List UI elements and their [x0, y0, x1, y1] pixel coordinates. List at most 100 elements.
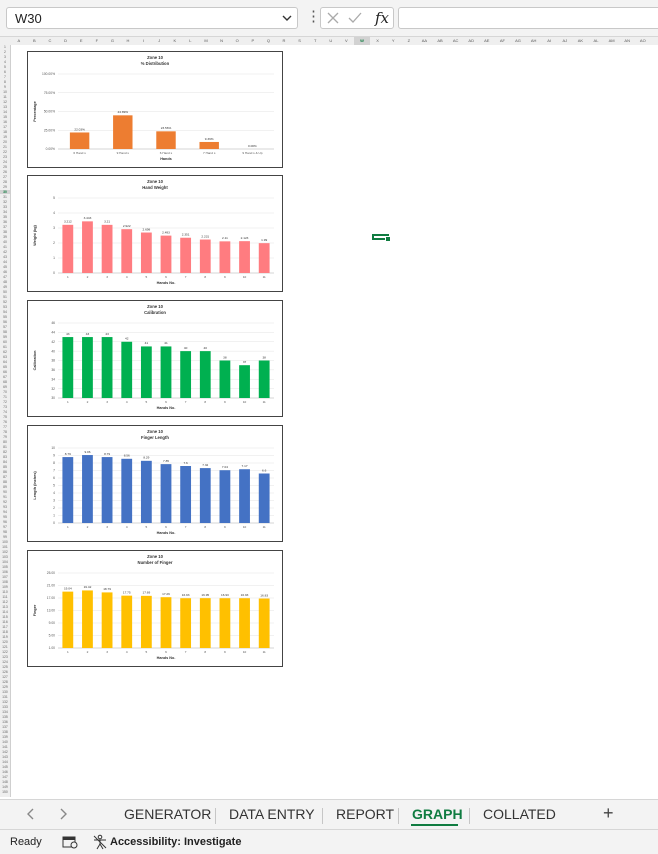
column-header[interactable]: AI: [541, 37, 557, 45]
row-header[interactable]: 138: [0, 730, 10, 734]
row-header[interactable]: 24: [0, 160, 10, 164]
row-header[interactable]: 127: [0, 675, 10, 679]
selected-cell[interactable]: [372, 234, 391, 242]
row-header[interactable]: 110: [0, 590, 10, 594]
row-header[interactable]: 40: [0, 240, 10, 244]
row-header[interactable]: 84: [0, 460, 10, 464]
row-header[interactable]: 144: [0, 760, 10, 764]
row-header[interactable]: 57: [0, 325, 10, 329]
column-header[interactable]: AF: [495, 37, 511, 45]
row-header[interactable]: 51: [0, 295, 10, 299]
row-header[interactable]: 68: [0, 380, 10, 384]
row-header[interactable]: 60: [0, 340, 10, 344]
column-header[interactable]: AA: [417, 37, 433, 45]
row-header[interactable]: 120: [0, 640, 10, 644]
row-header[interactable]: 75: [0, 415, 10, 419]
row-header[interactable]: 12: [0, 100, 10, 104]
row-header[interactable]: 90: [0, 490, 10, 494]
row-header[interactable]: 115: [0, 615, 10, 619]
column-header[interactable]: I: [136, 37, 152, 45]
row-header[interactable]: 130: [0, 690, 10, 694]
row-header[interactable]: 82: [0, 450, 10, 454]
column-header[interactable]: G: [105, 37, 121, 45]
row-header[interactable]: 52: [0, 300, 10, 304]
row-header[interactable]: 3: [0, 55, 10, 59]
scroll-tabs-right-icon[interactable]: [56, 807, 70, 821]
row-header[interactable]: 104: [0, 560, 10, 564]
row-header[interactable]: 131: [0, 695, 10, 699]
row-header[interactable]: 28: [0, 180, 10, 184]
row-header[interactable]: 26: [0, 170, 10, 174]
row-header[interactable]: 111: [0, 595, 10, 599]
row-header[interactable]: 93: [0, 505, 10, 509]
column-header[interactable]: Y: [385, 37, 401, 45]
row-header[interactable]: 64: [0, 360, 10, 364]
row-header[interactable]: 107: [0, 575, 10, 579]
row-header[interactable]: 141: [0, 745, 10, 749]
column-header[interactable]: AJ: [557, 37, 573, 45]
accessibility-icon[interactable]: [92, 834, 108, 850]
column-header[interactable]: M: [198, 37, 214, 45]
row-header[interactable]: 67: [0, 375, 10, 379]
tab-report[interactable]: REPORT: [336, 806, 394, 822]
macro-recording-icon[interactable]: [62, 835, 78, 849]
row-header[interactable]: 38: [0, 230, 10, 234]
row-header[interactable]: 41: [0, 245, 10, 249]
row-header[interactable]: 87: [0, 475, 10, 479]
row-header[interactable]: 10: [0, 90, 10, 94]
column-header[interactable]: A: [11, 37, 27, 45]
row-header[interactable]: 61: [0, 345, 10, 349]
accessibility-status[interactable]: Accessibility: Investigate: [110, 836, 241, 848]
row-header[interactable]: 117: [0, 625, 10, 629]
row-header[interactable]: 29: [0, 185, 10, 189]
row-header[interactable]: 14: [0, 110, 10, 114]
row-header[interactable]: 69: [0, 385, 10, 389]
column-header[interactable]: J: [151, 37, 167, 45]
row-header[interactable]: 98: [0, 530, 10, 534]
column-header[interactable]: E: [73, 37, 89, 45]
row-header[interactable]: 78: [0, 430, 10, 434]
column-header[interactable]: AH: [526, 37, 542, 45]
row-header[interactable]: 73: [0, 405, 10, 409]
row-header[interactable]: 109: [0, 585, 10, 589]
row-header[interactable]: 59: [0, 335, 10, 339]
row-header[interactable]: 99: [0, 535, 10, 539]
row-header[interactable]: 86: [0, 470, 10, 474]
row-header[interactable]: 62: [0, 350, 10, 354]
row-header[interactable]: 27: [0, 175, 10, 179]
row-header[interactable]: 102: [0, 550, 10, 554]
row-header[interactable]: 101: [0, 545, 10, 549]
row-header[interactable]: 53: [0, 305, 10, 309]
column-header[interactable]: AD: [463, 37, 479, 45]
row-header[interactable]: 33: [0, 205, 10, 209]
row-header[interactable]: 35: [0, 215, 10, 219]
row-header[interactable]: 5: [0, 65, 10, 69]
column-header[interactable]: P: [245, 37, 261, 45]
chart-finger-length[interactable]: Zone 10 Finger Length 0 1 2 3 4 5 6 7 8 9 10 8.79 1 9.0…: [27, 425, 283, 542]
row-header[interactable]: 116: [0, 620, 10, 624]
row-header[interactable]: 55: [0, 315, 10, 319]
row-header[interactable]: 100: [0, 540, 10, 544]
column-header[interactable]: W: [354, 37, 370, 45]
tab-data-entry[interactable]: DATA ENTRY: [229, 806, 315, 822]
row-header[interactable]: 44: [0, 260, 10, 264]
column-header[interactable]: AL: [588, 37, 604, 45]
row-header[interactable]: 31: [0, 195, 10, 199]
row-header[interactable]: 146: [0, 770, 10, 774]
column-header[interactable]: AN: [619, 37, 635, 45]
row-header[interactable]: 97: [0, 525, 10, 529]
row-header[interactable]: 103: [0, 555, 10, 559]
row-header[interactable]: 21: [0, 145, 10, 149]
row-header[interactable]: 140: [0, 740, 10, 744]
chart-calibration[interactable]: Zone 10 Calibration 30 32 34 36 38 40 42 44 46 43 1 4…: [27, 300, 283, 417]
row-header[interactable]: 133: [0, 705, 10, 709]
column-header[interactable]: T: [307, 37, 323, 45]
fill-handle[interactable]: [385, 236, 391, 242]
column-header[interactable]: AG: [510, 37, 526, 45]
row-header[interactable]: 72: [0, 400, 10, 404]
row-header[interactable]: 148: [0, 780, 10, 784]
row-header[interactable]: 11: [0, 95, 10, 99]
row-header[interactable]: 150: [0, 790, 10, 794]
formula-input[interactable]: [398, 7, 658, 29]
row-header[interactable]: 119: [0, 635, 10, 639]
